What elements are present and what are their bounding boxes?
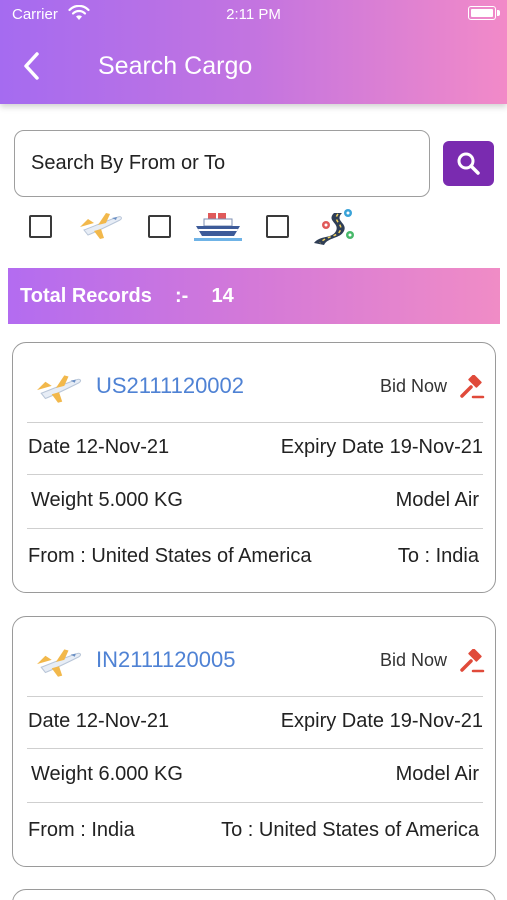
cargo-model: Model Air (395, 489, 479, 511)
cargo-date: Date 12-Nov-21 (28, 710, 170, 732)
cargo-from: From : India (28, 819, 135, 841)
cargo-expiry-date: Expiry Date 19-Nov-21 (280, 436, 483, 458)
cargo-card[interactable]: US2111120002 Bid Now Date 12-Nov-21 Expi… (12, 342, 496, 593)
status-bar: Carrier 2:11 PM (0, 0, 507, 30)
ship-icon (194, 213, 242, 241)
airplane-icon (80, 213, 122, 239)
cargo-id-link[interactable]: IN2111120005 (96, 647, 235, 673)
gavel-icon[interactable] (459, 375, 485, 401)
divider (27, 802, 483, 803)
app-header: Carrier 2:11 PM Search Cargo (0, 0, 507, 104)
airplane-icon (37, 375, 82, 403)
search-button[interactable] (443, 141, 494, 186)
divider (27, 748, 483, 749)
divider (27, 474, 483, 475)
bid-now-button[interactable]: Bid Now (380, 650, 447, 671)
cargo-weight: Weight 5.000 KG (31, 489, 183, 511)
filter-sea-checkbox[interactable] (148, 215, 171, 238)
clock: 2:11 PM (226, 6, 281, 23)
total-records-banner: Total Records :- 14 (8, 268, 500, 324)
search-icon (457, 152, 480, 175)
search-input[interactable]: Search By From or To (14, 130, 430, 197)
road-icon (314, 209, 354, 245)
page-title: Search Cargo (98, 52, 253, 80)
bid-now-button[interactable]: Bid Now (380, 376, 447, 397)
cargo-expiry-date: Expiry Date 19-Nov-21 (280, 710, 483, 732)
cargo-to: To : India (397, 545, 479, 567)
airplane-icon (37, 649, 82, 677)
cargo-card[interactable] (12, 889, 496, 900)
filter-air-checkbox[interactable] (29, 215, 52, 238)
total-records-count: 14 (211, 285, 234, 307)
divider (27, 696, 483, 697)
cargo-weight: Weight 6.000 KG (31, 763, 183, 785)
divider (27, 422, 483, 423)
back-button[interactable] (18, 50, 46, 82)
filter-road-checkbox[interactable] (266, 215, 289, 238)
divider (27, 528, 483, 529)
battery-icon (468, 6, 500, 20)
cargo-card[interactable]: IN2111120005 Bid Now Date 12-Nov-21 Expi… (12, 616, 496, 867)
battery-level (471, 9, 493, 17)
cargo-to: To : United States of America (221, 819, 479, 841)
total-records-separator: :- (175, 285, 189, 307)
cargo-date: Date 12-Nov-21 (28, 436, 170, 458)
cargo-model: Model Air (395, 763, 479, 785)
cargo-id-link[interactable]: US2111120002 (96, 373, 244, 399)
gavel-icon[interactable] (459, 649, 485, 675)
cargo-from: From : United States of America (28, 545, 312, 567)
total-records-label: Total Records (20, 285, 152, 307)
